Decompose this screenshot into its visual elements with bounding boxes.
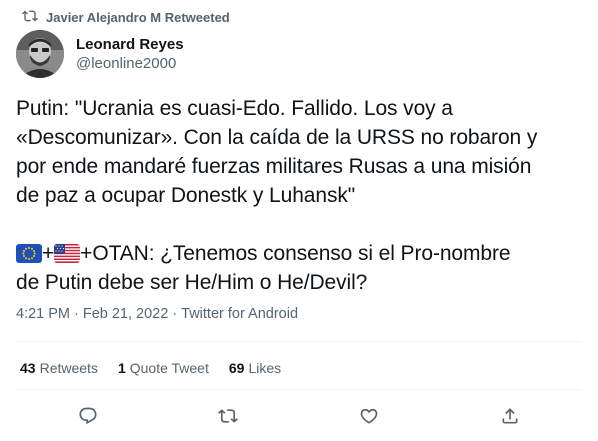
tweet-text: Putin: "Ucrania es cuasi-Edo. Fallido. L… bbox=[16, 94, 586, 297]
likes-stat[interactable]: 69 Likes bbox=[229, 360, 281, 376]
tweet-text-line: Putin: "Ucrania es cuasi-Edo. Fallido. L… bbox=[16, 97, 453, 120]
timestamp-separator: · bbox=[74, 306, 79, 322]
tweet-time[interactable]: 4:21 PM bbox=[16, 306, 70, 322]
tweet-text-line: de Putin debe ser He/Him o He/Devil? bbox=[16, 271, 368, 294]
like-icon bbox=[359, 406, 379, 431]
quote-tweets-label: Quote Tweet bbox=[129, 360, 209, 376]
tweet-stats: 43 Retweets 1 Quote Tweet 69 Likes bbox=[20, 360, 281, 376]
us-flag-icon bbox=[54, 244, 81, 263]
tweet-date[interactable]: Feb 21, 2022 bbox=[83, 306, 168, 322]
retweet-button[interactable] bbox=[213, 403, 243, 433]
share-button[interactable] bbox=[495, 403, 525, 433]
likes-label: Likes bbox=[248, 360, 282, 376]
tweet-source[interactable]: Twitter for Android bbox=[181, 306, 298, 322]
reply-icon bbox=[78, 406, 98, 431]
tweet-timestamp: 4:21 PM · Feb 21, 2022 · Twitter for And… bbox=[16, 306, 298, 322]
flag-line-text: +OTAN: ¿Tenemos consenso si el Pro-nombr… bbox=[80, 242, 511, 265]
author-display-name[interactable]: Leonard Reyes bbox=[76, 35, 184, 54]
retweet-icon bbox=[218, 406, 238, 431]
author-handle[interactable]: @leonline2000 bbox=[76, 54, 184, 73]
flag-plus: + bbox=[42, 242, 55, 265]
tweet-text-line: «Descomunizar». Con la caída de la URSS … bbox=[16, 126, 538, 149]
retweets-stat[interactable]: 43 Retweets bbox=[20, 360, 98, 376]
tweet-text-line: de paz a ocupar Donestk y Luhansk" bbox=[16, 184, 356, 207]
timestamp-separator: · bbox=[172, 306, 178, 322]
quote-tweets-stat[interactable]: 1 Quote Tweet bbox=[118, 360, 209, 376]
share-icon bbox=[500, 406, 520, 431]
likes-count: 69 bbox=[228, 360, 245, 376]
eu-flag-icon bbox=[16, 244, 42, 263]
retweet-icon bbox=[22, 8, 38, 27]
avatar[interactable] bbox=[16, 30, 64, 78]
tweet-text-line: + +OTAN: ¿Tenemos consenso si el Pro-nom… bbox=[16, 239, 586, 268]
like-button[interactable] bbox=[354, 403, 384, 433]
divider bbox=[16, 389, 582, 390]
divider bbox=[16, 341, 582, 342]
retweets-label: Retweets bbox=[39, 360, 98, 376]
retweets-count: 43 bbox=[20, 360, 36, 376]
retweet-context[interactable]: Javier Alejandro M Retweeted bbox=[22, 9, 230, 25]
tweet-actions bbox=[0, 403, 598, 433]
tweet-text-line: por ende mandaré fuerzas militares Rusas… bbox=[16, 155, 532, 178]
retweet-context-text: Javier Alejandro M Retweeted bbox=[46, 9, 230, 25]
quote-tweets-count: 1 bbox=[117, 360, 126, 376]
reply-button[interactable] bbox=[73, 403, 103, 433]
tweet-author: Leonard Reyes @leonline2000 bbox=[16, 30, 184, 78]
